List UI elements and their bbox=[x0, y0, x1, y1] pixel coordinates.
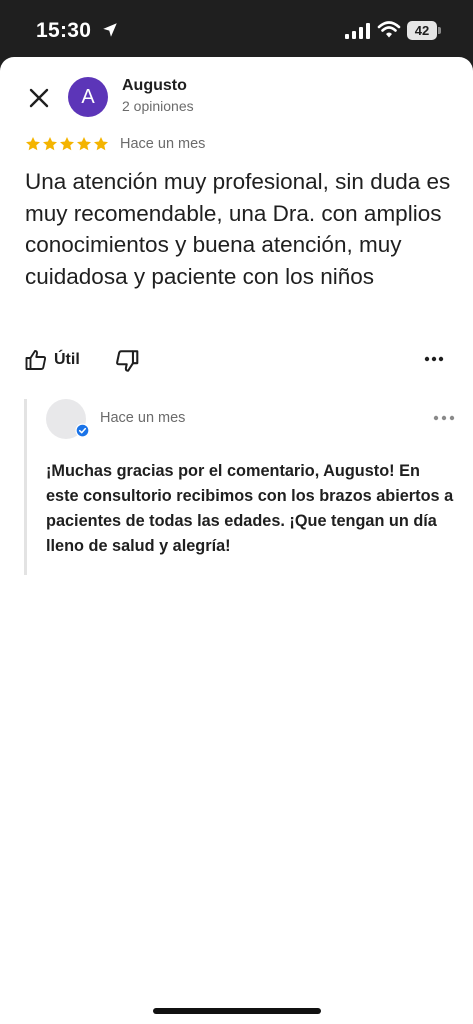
verified-badge-icon bbox=[75, 423, 90, 438]
reply-text: ¡Muchas gracias por el comentario, Augus… bbox=[46, 462, 454, 555]
star-icon bbox=[77, 137, 91, 151]
reply-date: Hace un mes bbox=[100, 410, 186, 426]
close-icon[interactable] bbox=[24, 83, 54, 113]
author-review-count: 2 opiniones bbox=[122, 98, 194, 114]
cellular-signal-icon bbox=[345, 23, 370, 39]
status-bar: 15:30 42 bbox=[0, 0, 473, 62]
battery-level: 42 bbox=[407, 21, 437, 40]
review-date: Hace un mes bbox=[120, 136, 206, 152]
wifi-icon bbox=[377, 21, 401, 38]
star-icon bbox=[60, 137, 74, 151]
author-name[interactable]: Augusto bbox=[122, 77, 187, 95]
phone-screen: 15:30 42 A Augusto 2 opiniones Hace un m… bbox=[0, 0, 473, 1024]
useful-label: Útil bbox=[54, 351, 80, 368]
more-options-icon[interactable] bbox=[422, 353, 446, 365]
status-time: 15:30 bbox=[36, 19, 92, 42]
star-icon bbox=[43, 137, 57, 151]
star-rating bbox=[25, 136, 109, 154]
review-text: Una atención muy profesional, sin duda e… bbox=[25, 169, 451, 289]
location-arrow-icon bbox=[103, 23, 117, 37]
battery-tip bbox=[438, 27, 441, 34]
reply-divider bbox=[24, 399, 27, 575]
star-icon bbox=[26, 137, 40, 151]
thumbs-up-icon bbox=[25, 350, 47, 370]
star-icon bbox=[94, 137, 108, 151]
review-sheet: A Augusto 2 opiniones Hace un mes Una at… bbox=[0, 57, 473, 1024]
author-avatar[interactable]: A bbox=[68, 77, 108, 117]
reply-more-options-icon[interactable] bbox=[432, 413, 456, 423]
useful-button[interactable]: Útil bbox=[24, 346, 80, 374]
battery-icon: 42 bbox=[407, 21, 441, 40]
thumbs-down-icon[interactable] bbox=[114, 348, 140, 374]
home-indicator[interactable] bbox=[153, 1008, 321, 1014]
